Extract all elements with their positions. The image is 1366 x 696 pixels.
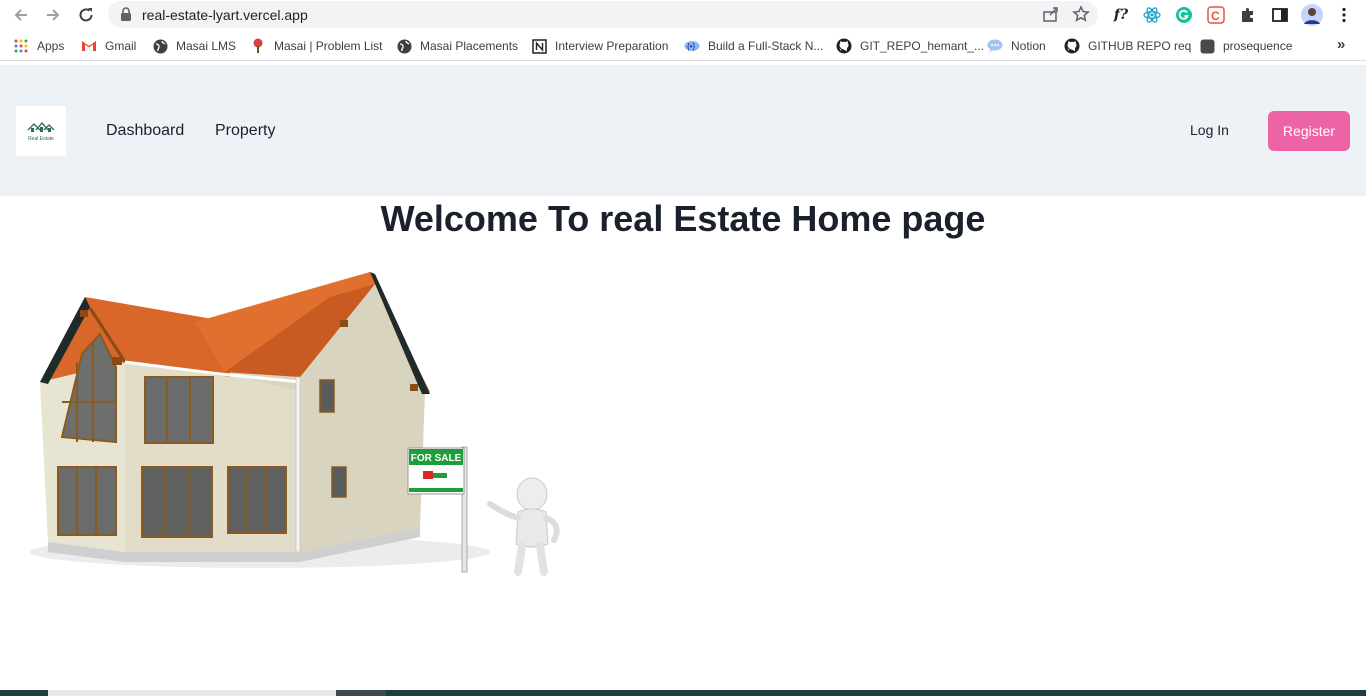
bookmarks-bar: Apps Gmail Masai LMS Masai | Problem Lis…: [0, 31, 1366, 61]
bookmark-interview-preparation[interactable]: Interview Preparation: [531, 38, 668, 54]
bookmark-label: Interview Preparation: [555, 39, 669, 53]
apps-grid-icon: [13, 38, 29, 54]
github-icon: [1064, 38, 1080, 54]
nav-dashboard[interactable]: Dashboard: [106, 122, 184, 140]
extensions-puzzle-icon[interactable]: [1236, 3, 1260, 27]
reload-icon: [79, 8, 93, 22]
share-icon[interactable]: [1042, 5, 1060, 23]
bookmark-notion[interactable]: Notion: [987, 38, 1046, 54]
bookmark-prosequence[interactable]: prosequence: [1199, 38, 1292, 54]
site-header: Real Estate Dashboard Property Log In Re…: [0, 65, 1366, 196]
codeforces-extension-icon[interactable]: C: [1204, 3, 1228, 27]
formula-extension-icon[interactable]: f?: [1109, 3, 1133, 27]
house-logo-icon: [27, 121, 55, 132]
bookmark-masai-placements[interactable]: Masai Placements: [396, 38, 518, 54]
gmail-icon: [81, 38, 97, 54]
bookmark-label: prosequence: [1223, 39, 1293, 53]
build-icon: {•}: [684, 38, 700, 54]
bookmark-label: Build a Full-Stack N...: [708, 39, 824, 53]
side-panel-icon[interactable]: [1268, 3, 1292, 27]
bookmark-git-repo-hemant[interactable]: GIT_REPO_hemant_...: [836, 38, 984, 54]
bookmark-label: Masai Placements: [420, 39, 519, 53]
back-arrow-icon: [14, 9, 27, 21]
back-button[interactable]: [9, 3, 33, 27]
nav-property[interactable]: Property: [215, 122, 275, 140]
github-icon: [836, 38, 852, 54]
bookmark-gmail[interactable]: Gmail: [81, 38, 136, 54]
globe-icon: [152, 38, 168, 54]
chevron-double-right-icon: »: [1337, 35, 1346, 53]
bookmark-label: Apps: [37, 39, 65, 53]
bookmark-build-fullstack[interactable]: {•} Build a Full-Stack N...: [684, 38, 823, 54]
bookmark-apps[interactable]: Apps: [13, 38, 64, 54]
browser-menu-icon[interactable]: [1332, 3, 1356, 27]
bookmark-label: GITHUB REPO req: [1088, 39, 1192, 53]
address-bar[interactable]: real-estate-lyart.vercel.app: [108, 1, 1098, 28]
masai-icon: [250, 38, 266, 54]
globe-icon: [396, 38, 412, 54]
url-text: real-estate-lyart.vercel.app: [142, 7, 308, 23]
bookmark-label: Gmail: [105, 39, 137, 53]
page-title: Welcome To real Estate Home page: [380, 198, 986, 239]
logo-text: Real Estate: [28, 135, 54, 142]
bookmark-github-repo-req[interactable]: GITHUB REPO req: [1064, 38, 1191, 54]
reload-button[interactable]: [74, 3, 98, 27]
taskbar-strip: [0, 690, 1366, 696]
login-link[interactable]: Log In: [1190, 122, 1229, 138]
prosequence-icon: [1199, 38, 1215, 54]
forward-arrow-icon: [47, 9, 60, 21]
lock-icon: [121, 7, 131, 21]
bookmark-label: Notion: [1011, 39, 1046, 53]
hero-house-illustration: FOR SALE: [30, 262, 590, 592]
notion-icon: [531, 38, 547, 54]
browser-toolbar: real-estate-lyart.vercel.app f? C: [0, 0, 1366, 30]
chat-icon: [987, 38, 1003, 54]
bookmark-masai-problem-list[interactable]: Masai | Problem List: [250, 38, 383, 54]
bookmark-label: Masai LMS: [176, 39, 237, 53]
svg-text:C: C: [1211, 9, 1220, 23]
for-sale-sign-text: FOR SALE: [411, 453, 462, 464]
grammarly-extension-icon[interactable]: [1172, 3, 1196, 27]
forward-button[interactable]: [41, 3, 65, 27]
bookmark-star-icon[interactable]: [1072, 5, 1090, 23]
svg-text:{•}: {•}: [687, 42, 695, 51]
bookmark-label: Masai | Problem List: [274, 39, 383, 53]
register-button[interactable]: Register: [1268, 111, 1350, 151]
bookmark-label: GIT_REPO_hemant_...: [860, 39, 985, 53]
bookmarks-overflow-button[interactable]: »: [1337, 35, 1346, 53]
bookmark-masai-lms[interactable]: Masai LMS: [152, 38, 236, 54]
profile-avatar[interactable]: [1300, 3, 1324, 27]
site-logo[interactable]: Real Estate: [16, 106, 66, 156]
react-devtools-extension-icon[interactable]: [1140, 3, 1164, 27]
